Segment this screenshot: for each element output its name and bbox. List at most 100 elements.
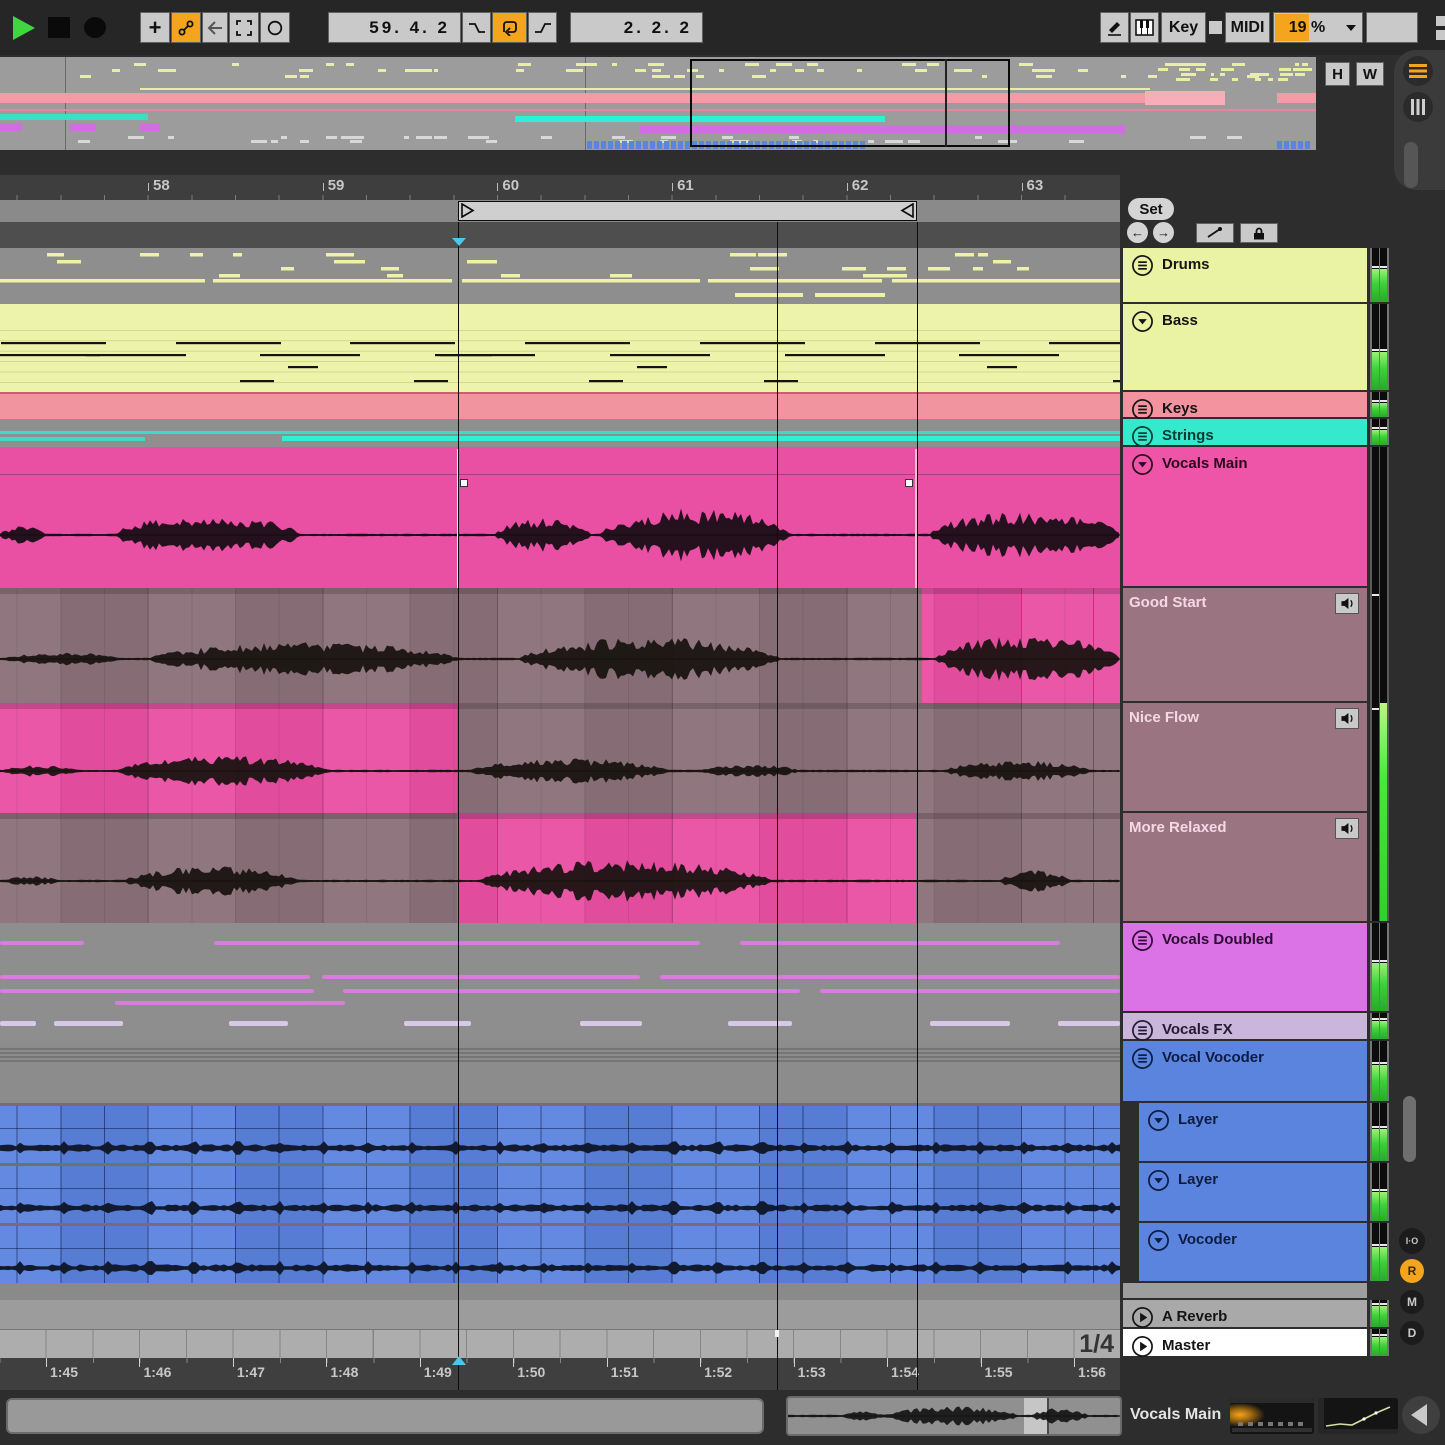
- hamburger-circle-icon[interactable]: [1131, 398, 1154, 421]
- loop-end-marker-icon[interactable]: [899, 203, 915, 218]
- audition-take-button[interactable]: [1335, 708, 1359, 729]
- audition-take-button[interactable]: [1335, 593, 1359, 614]
- circle-tool-button[interactable]: [260, 12, 290, 43]
- draw-mode-button[interactable]: [1100, 12, 1129, 43]
- show-detail-view-button[interactable]: [1402, 1396, 1440, 1434]
- beat-time-ruler[interactable]: 585960616263: [0, 175, 1120, 200]
- midi-map-button[interactable]: MIDI: [1225, 12, 1270, 43]
- io-indicator[interactable]: I·O: [1399, 1228, 1425, 1254]
- key-map-button[interactable]: Key: [1161, 12, 1206, 43]
- loop-brace[interactable]: [458, 201, 917, 221]
- cpu-meter[interactable]: 19 %: [1273, 12, 1363, 43]
- hamburger-circle-icon[interactable]: [1131, 929, 1154, 952]
- lane-vocals-fx[interactable]: [0, 1013, 1120, 1041]
- play-circle-icon[interactable]: [1131, 1306, 1154, 1329]
- lane-drums[interactable]: [0, 248, 1120, 304]
- track-header-vocals-doubled[interactable]: Vocals Doubled: [1123, 923, 1367, 1011]
- lane-vocals-main[interactable]: [0, 447, 1120, 588]
- track-header-drums[interactable]: Drums: [1123, 248, 1367, 302]
- loop-button[interactable]: [492, 12, 527, 43]
- track-header-master[interactable]: Master: [1123, 1329, 1367, 1356]
- punch-in-button[interactable]: [462, 12, 491, 43]
- lane-keys[interactable]: [0, 392, 1120, 419]
- punch-out-button[interactable]: [528, 12, 557, 43]
- loop-start-marker-icon[interactable]: [460, 203, 476, 218]
- lane-nice-flow[interactable]: [0, 703, 1120, 813]
- device-thumbnail-curve[interactable]: [1318, 1398, 1398, 1434]
- lane-vocals-doubled[interactable]: [0, 923, 1120, 1013]
- track-header-good-start[interactable]: Good Start: [1123, 588, 1367, 701]
- record-arm-indicator[interactable]: R: [1400, 1259, 1424, 1283]
- play-circle-icon[interactable]: [1131, 1335, 1154, 1358]
- clip-overview-box[interactable]: [786, 1396, 1122, 1436]
- track-header-layer-2[interactable]: Layer: [1139, 1163, 1367, 1221]
- triangle-circle-icon[interactable]: [1131, 453, 1154, 476]
- lane-vocal-vocoder[interactable]: [0, 1041, 1120, 1103]
- fade-handle[interactable]: [460, 479, 468, 487]
- lane-master[interactable]: 1/4: [0, 1329, 1120, 1358]
- fade-handle[interactable]: [905, 479, 913, 487]
- track-header-layer-1[interactable]: Layer: [1139, 1103, 1367, 1161]
- hamburger-circle-icon[interactable]: [1131, 425, 1154, 448]
- lane-layer-2[interactable]: [0, 1163, 1120, 1223]
- device-thumbnail-eq[interactable]: [1230, 1398, 1314, 1434]
- lane-bass[interactable]: [0, 304, 1120, 392]
- track-header-more-relaxed[interactable]: More Relaxed: [1123, 813, 1367, 921]
- track-header-vocals-main[interactable]: Vocals Main: [1123, 447, 1367, 586]
- hamburger-circle-icon[interactable]: [1131, 1019, 1154, 1042]
- marker-lane[interactable]: [0, 222, 1120, 248]
- track-header-vocals-fx[interactable]: Vocals FX: [1123, 1013, 1367, 1039]
- triangle-circle-icon[interactable]: [1131, 310, 1154, 333]
- hamburger-circle-icon[interactable]: [1131, 1047, 1154, 1070]
- overview-height-button[interactable]: H: [1325, 62, 1350, 86]
- back-to-arrangement-button[interactable]: [202, 12, 228, 43]
- track-header-a-reverb[interactable]: A Reverb: [1123, 1300, 1367, 1327]
- triangle-circle-icon[interactable]: [1147, 1109, 1170, 1132]
- draw-frame-button[interactable]: [229, 12, 259, 43]
- triangle-circle-icon[interactable]: [1147, 1169, 1170, 1192]
- right-scroll-pill[interactable]: [1404, 142, 1418, 188]
- triangle-circle-icon[interactable]: [1147, 1229, 1170, 1252]
- disk-indicator[interactable]: D: [1400, 1321, 1424, 1345]
- track-scroll-pill[interactable]: [1403, 1096, 1416, 1162]
- arrangement-position-display[interactable]: 59. 4. 2: [328, 12, 461, 43]
- lane-vocoder[interactable]: [0, 1223, 1120, 1283]
- track-header-vocoder[interactable]: Vocoder: [1139, 1223, 1367, 1281]
- lane-layer-1[interactable]: [0, 1103, 1120, 1163]
- track-header-nice-flow[interactable]: Nice Flow: [1123, 703, 1367, 811]
- track-header-keys[interactable]: Keys: [1123, 392, 1367, 417]
- lane-spacer[interactable]: [0, 1283, 1120, 1300]
- track-header-vocal-vocoder[interactable]: Vocal Vocoder: [1123, 1041, 1367, 1101]
- set-locator-button[interactable]: Set: [1128, 198, 1174, 220]
- playhead-triangle-bottom-icon[interactable]: [452, 1356, 466, 1365]
- computer-midi-keyboard-button[interactable]: [1130, 12, 1159, 43]
- follow-link-button[interactable]: [171, 12, 201, 43]
- hamburger-circle-icon[interactable]: [1131, 254, 1154, 277]
- track-header-strings[interactable]: Strings: [1123, 419, 1367, 445]
- lane-strings[interactable]: [0, 419, 1120, 447]
- loop-length-display[interactable]: 2. 2. 2: [570, 12, 703, 43]
- overview-width-button[interactable]: W: [1356, 62, 1384, 86]
- overview-view-box[interactable]: [690, 59, 1010, 147]
- cpu-dropdown-arrow-icon[interactable]: [1346, 25, 1356, 31]
- prev-locator-button[interactable]: ←: [1127, 222, 1148, 243]
- mixer-toggle-button[interactable]: [1403, 56, 1433, 86]
- lock-envelopes-button[interactable]: [1240, 223, 1278, 243]
- automation-line-button[interactable]: [1196, 223, 1234, 243]
- track-header-spacer[interactable]: [1123, 1283, 1367, 1298]
- next-locator-button[interactable]: →: [1153, 222, 1174, 243]
- lane-more-relaxed[interactable]: [0, 813, 1120, 923]
- record-button[interactable]: [84, 17, 106, 38]
- arrangement-overview[interactable]: [0, 57, 1316, 150]
- overdub-spare-button[interactable]: [1366, 12, 1418, 43]
- io-section-toggle-button[interactable]: [1403, 92, 1433, 122]
- playhead-triangle-top-icon[interactable]: [452, 238, 466, 246]
- track-header-bass[interactable]: Bass: [1123, 304, 1367, 390]
- midi-indicator[interactable]: M: [1400, 1290, 1424, 1314]
- lane-good-start[interactable]: [0, 588, 1120, 703]
- audition-take-button[interactable]: [1335, 818, 1359, 839]
- lane-a-reverb[interactable]: [0, 1300, 1120, 1329]
- minute-ruler[interactable]: 1:451:461:471:481:491:501:511:521:531:54…: [0, 1358, 1120, 1390]
- play-button[interactable]: [13, 16, 35, 40]
- stop-button[interactable]: [48, 17, 70, 38]
